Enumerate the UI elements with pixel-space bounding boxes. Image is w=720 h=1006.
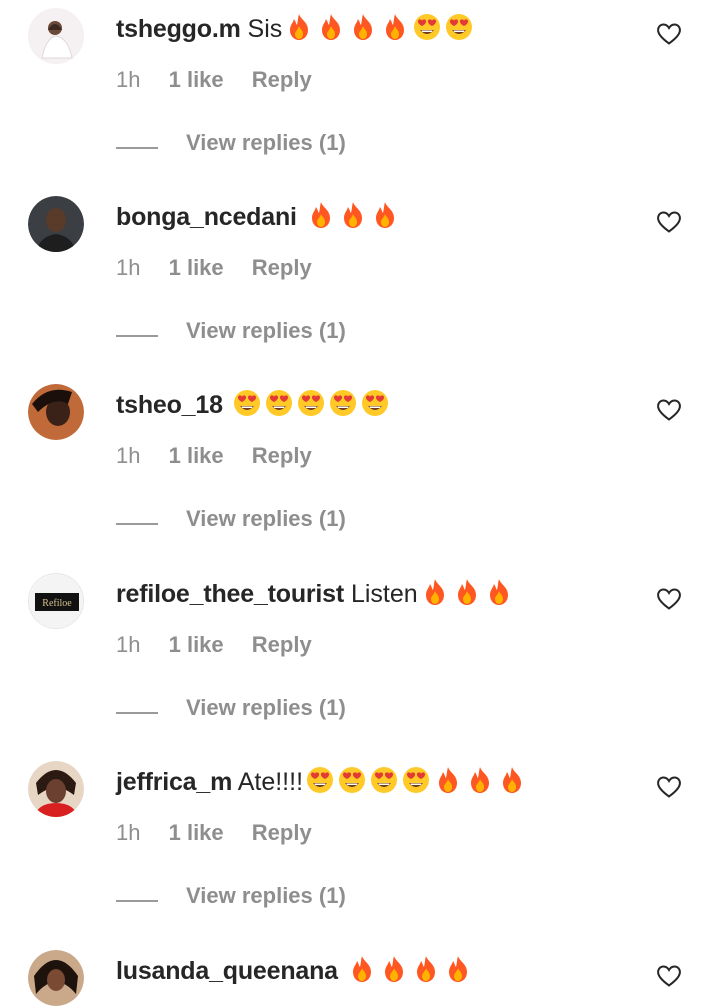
fire-emoji-icon	[465, 765, 495, 795]
avatar[interactable]	[28, 950, 84, 1006]
fire-emoji-icon	[484, 577, 514, 607]
avatar[interactable]: Refiloe	[28, 573, 84, 629]
divider-line	[116, 523, 158, 525]
heart-eyes-emoji-icon	[360, 388, 390, 418]
like-heart-icon[interactable]	[656, 775, 682, 799]
heart-eyes-emoji-icon	[264, 388, 294, 418]
comment-meta: 1h 1 like Reply	[116, 66, 334, 94]
like-heart-icon[interactable]	[656, 964, 682, 988]
reply-button[interactable]: Reply	[252, 820, 312, 845]
timestamp: 1h	[116, 255, 141, 280]
avatar[interactable]	[28, 196, 84, 252]
likes-count[interactable]: 1 like	[169, 255, 224, 280]
divider-line	[116, 712, 158, 714]
timestamp: 1h	[116, 820, 141, 845]
comment-meta: 1h 1 like Reply	[116, 631, 334, 659]
view-replies-label: View replies (1)	[186, 130, 346, 155]
divider-line	[116, 335, 158, 337]
timestamp: 1h	[116, 632, 141, 657]
like-heart-icon[interactable]	[656, 210, 682, 234]
heart-eyes-emoji-icon	[232, 388, 262, 418]
fire-emoji-icon	[284, 12, 314, 42]
username[interactable]: jeffrica_m	[116, 768, 232, 796]
comment-meta: 1h 1 like Reply	[116, 442, 334, 470]
like-heart-icon[interactable]	[656, 398, 682, 422]
divider-line	[116, 900, 158, 902]
fire-emoji-icon	[347, 954, 377, 984]
reply-button[interactable]: Reply	[252, 255, 312, 280]
heart-eyes-emoji-icon	[444, 12, 474, 42]
likes-count[interactable]: 1 like	[169, 632, 224, 657]
like-heart-icon[interactable]	[656, 587, 682, 611]
fire-emoji-icon	[420, 577, 450, 607]
fire-emoji-icon	[338, 200, 368, 230]
fire-emoji-icon	[379, 954, 409, 984]
heart-eyes-emoji-icon	[296, 388, 326, 418]
emoji-group	[305, 765, 529, 803]
like-heart-icon[interactable]	[656, 22, 682, 46]
comment-line: tsheggo.m Sis	[116, 12, 476, 50]
likes-count[interactable]: 1 like	[169, 67, 224, 92]
comment-line: refiloe_thee_tourist Listen	[116, 577, 516, 615]
view-replies-label: View replies (1)	[186, 506, 346, 531]
heart-eyes-emoji-icon	[401, 765, 431, 795]
avatar[interactable]	[28, 384, 84, 440]
emoji-group	[232, 388, 392, 426]
comment-line: bonga_ncedani	[116, 200, 402, 238]
fire-emoji-icon	[348, 12, 378, 42]
avatar[interactable]	[28, 761, 84, 817]
view-replies-label: View replies (1)	[186, 318, 346, 343]
fire-emoji-icon	[306, 200, 336, 230]
username[interactable]: tsheo_18	[116, 391, 223, 419]
emoji-group	[420, 577, 516, 615]
reply-button[interactable]: Reply	[252, 67, 312, 92]
comment-text: Ate!!!!	[237, 768, 304, 796]
comment-text: Listen	[350, 580, 418, 608]
username[interactable]: lusanda_queenana	[116, 957, 338, 985]
username[interactable]: refiloe_thee_tourist	[116, 580, 344, 608]
comment-line: tsheo_18	[116, 388, 392, 426]
comment-text: Sis	[247, 15, 283, 43]
heart-eyes-emoji-icon	[412, 12, 442, 42]
username[interactable]: bonga_ncedani	[116, 203, 297, 231]
heart-eyes-emoji-icon	[369, 765, 399, 795]
view-replies-label: View replies (1)	[186, 695, 346, 720]
fire-emoji-icon	[411, 954, 441, 984]
view-replies-label: View replies (1)	[186, 883, 346, 908]
fire-emoji-icon	[380, 12, 410, 42]
likes-count[interactable]: 1 like	[169, 443, 224, 468]
comment-line: jeffrica_m Ate!!!!	[116, 765, 529, 803]
fire-emoji-icon	[452, 577, 482, 607]
reply-button[interactable]: Reply	[252, 632, 312, 657]
reply-button[interactable]: Reply	[252, 443, 312, 468]
timestamp: 1h	[116, 443, 141, 468]
fire-emoji-icon	[370, 200, 400, 230]
fire-emoji-icon	[497, 765, 527, 795]
emoji-group	[347, 954, 475, 992]
emoji-group	[306, 200, 402, 238]
likes-count[interactable]: 1 like	[169, 820, 224, 845]
username[interactable]: tsheggo.m	[116, 15, 241, 43]
logo-text: Refiloe	[42, 598, 72, 609]
heart-eyes-emoji-icon	[305, 765, 335, 795]
emoji-group	[284, 12, 476, 50]
comment-meta: 1h 1 like Reply	[116, 819, 334, 847]
comment-line: lusanda_queenana	[116, 954, 475, 992]
avatar[interactable]	[28, 8, 84, 64]
comment-meta: 1h 1 like Reply	[116, 254, 334, 282]
heart-eyes-emoji-icon	[328, 388, 358, 418]
fire-emoji-icon	[443, 954, 473, 984]
fire-emoji-icon	[316, 12, 346, 42]
divider-line	[116, 147, 158, 149]
fire-emoji-icon	[433, 765, 463, 795]
heart-eyes-emoji-icon	[337, 765, 367, 795]
timestamp: 1h	[116, 67, 141, 92]
